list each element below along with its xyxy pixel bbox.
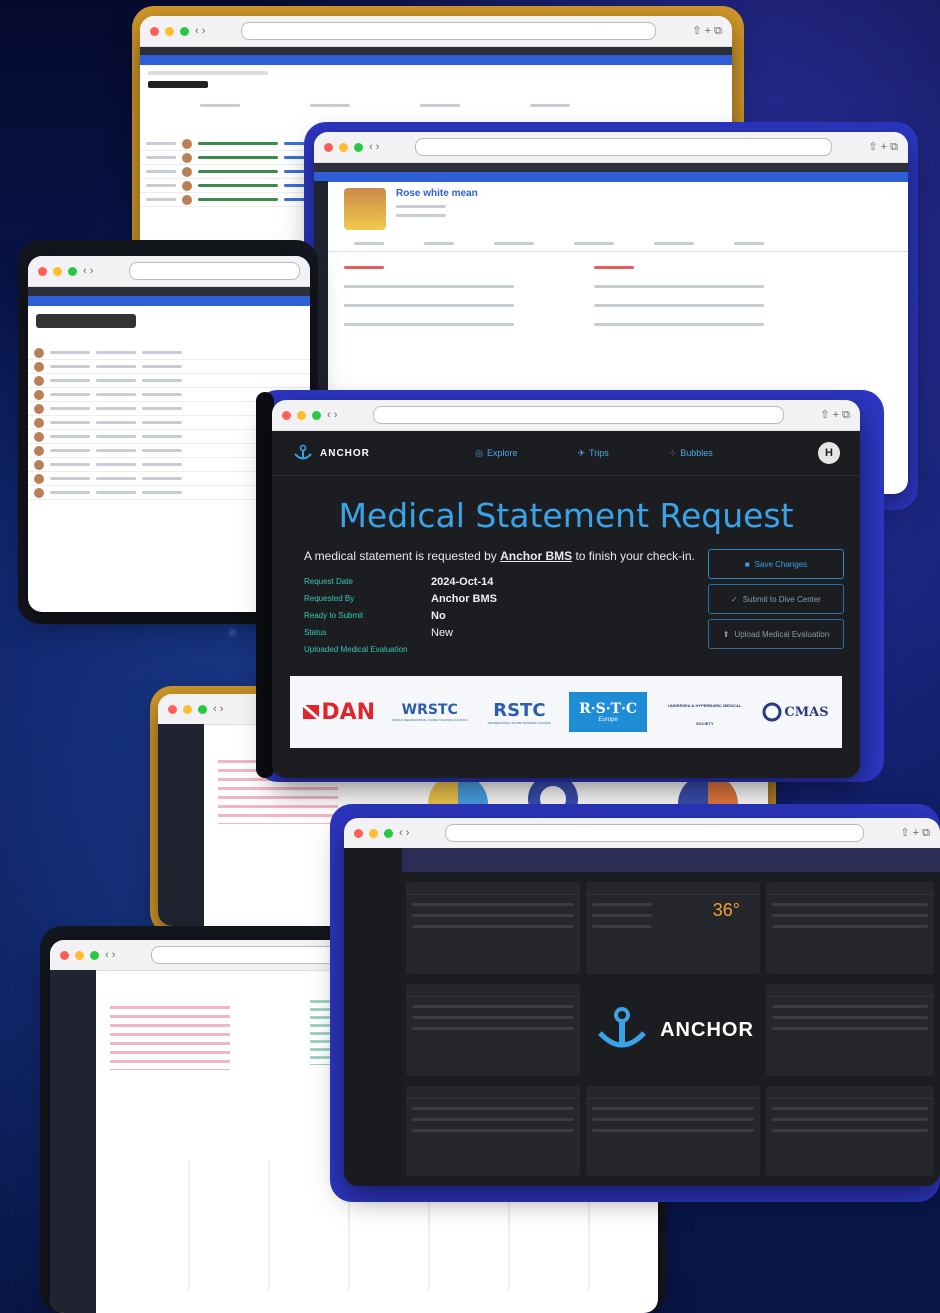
rstc-europe-logo-text: R·S·T·C (579, 701, 638, 717)
intro-suffix: to finish your check-in. (572, 549, 695, 563)
intro-prefix: A medical statement is requested by (304, 549, 501, 563)
save-changes-label: Save Changes (754, 559, 808, 569)
uhms-logo: UNDERSEA & HYPERBARIC MEDICAL SOCIETY (662, 694, 748, 730)
field-request-date: Request Date 2024-Oct-14 (304, 573, 708, 590)
uhms-logo-text: UNDERSEA & HYPERBARIC MEDICAL SOCIETY (668, 703, 742, 726)
profile-name: Rose white mean (396, 188, 478, 199)
nav-explore[interactable]: ◎ Explore (475, 448, 517, 459)
brand-logo[interactable]: ANCHOR (292, 444, 370, 462)
field-value: New (431, 626, 454, 639)
medical-statement-window: ‹ › ⇧ + ⧉ ANCHOR ◎ Explore ✈ Trips ⁘ Bub… (272, 400, 860, 778)
rstc-logo: RSTC RECREATIONAL SCUBA TRAINING COUNCIL (484, 700, 554, 725)
field-ready-to-submit: Ready to Submit No (304, 607, 708, 624)
field-label: Requested By (304, 594, 355, 603)
rstc-logo-subtext: RECREATIONAL SCUBA TRAINING COUNCIL (487, 720, 552, 725)
bubbles-icon: ⁘ (668, 447, 677, 458)
field-status: Status New (304, 624, 708, 641)
submit-to-dive-center-button[interactable]: ✓ Submit to Dive Center (708, 584, 844, 614)
nav-bubbles[interactable]: ⁘ Bubbles (669, 448, 713, 459)
url-bar[interactable] (373, 406, 785, 424)
temperature-value: 36° (712, 900, 740, 920)
field-label: Request Date (304, 577, 353, 586)
upload-icon: ⬆ (722, 629, 730, 639)
compass-icon: ◎ (475, 447, 483, 458)
dan-flag-icon (303, 705, 320, 719)
cmas-logo-text: CMAS (784, 704, 829, 720)
rstc-europe-subtext: Europe (598, 717, 618, 723)
field-uploaded-evaluation: Uploaded Medical Evaluation (304, 641, 708, 658)
wrstc-logo-text: WRSTC (401, 702, 458, 718)
field-requested-by: Requested By Anchor BMS (304, 590, 708, 607)
field-value: 2024-Oct-14 (431, 575, 494, 588)
page-title: Medical Statement Request (338, 496, 794, 535)
field-value: No (431, 609, 446, 622)
check-icon: ✓ (731, 594, 738, 604)
wrstc-logo-subtext: WORLD RECREATIONAL SCUBA TRAINING COUNCI… (391, 718, 468, 722)
upload-medical-evaluation-button[interactable]: ⬆ Upload Medical Evaluation (708, 619, 844, 649)
partner-logos: DAN WRSTC WORLD RECREATIONAL SCUBA TRAIN… (290, 676, 842, 748)
dan-logo-text: DAN (321, 699, 376, 725)
anchor-logo-large: ANCHOR (586, 984, 760, 1076)
intro-text: A medical statement is requested by Anch… (304, 549, 708, 563)
field-value: Anchor BMS (431, 592, 497, 605)
rstc-logo-text: RSTC (493, 699, 546, 721)
nav-bubbles-label: Bubbles (680, 448, 713, 458)
dashboard-window: ‹ › ⇧ + ⧉ 36° ANCHOR (344, 818, 940, 1186)
upload-label: Upload Medical Evaluation (734, 629, 830, 639)
user-avatar[interactable]: H (818, 442, 840, 464)
dashboard-brand: ANCHOR (660, 1018, 754, 1041)
fins-icon: ✈ (577, 447, 586, 458)
intro-center-link[interactable]: Anchor BMS (500, 549, 572, 563)
nav-trips[interactable]: ✈ Trips (577, 448, 608, 459)
rstc-europe-logo: R·S·T·C Europe (569, 692, 648, 732)
brand-name: ANCHOR (320, 447, 370, 459)
save-changes-button[interactable]: ■ Save Changes (708, 549, 844, 579)
top-nav: ANCHOR ◎ Explore ✈ Trips ⁘ Bubbles H (272, 431, 860, 476)
nav-explore-label: Explore (486, 448, 518, 458)
anchor-icon (294, 444, 312, 460)
profile-photo (344, 188, 386, 230)
dan-logo: DAN (303, 700, 375, 725)
cmas-emblem-icon (762, 702, 782, 722)
save-icon: ■ (744, 559, 750, 569)
nav-trips-label: Trips (589, 448, 609, 458)
field-label: Uploaded Medical Evaluation (304, 645, 408, 654)
submit-label: Submit to Dive Center (742, 594, 821, 604)
cmas-logo: CMAS (762, 701, 829, 723)
wrstc-logo: WRSTC WORLD RECREATIONAL SCUBA TRAINING … (390, 702, 470, 722)
field-label: Ready to Submit (304, 611, 364, 620)
field-label: Status (304, 628, 327, 637)
